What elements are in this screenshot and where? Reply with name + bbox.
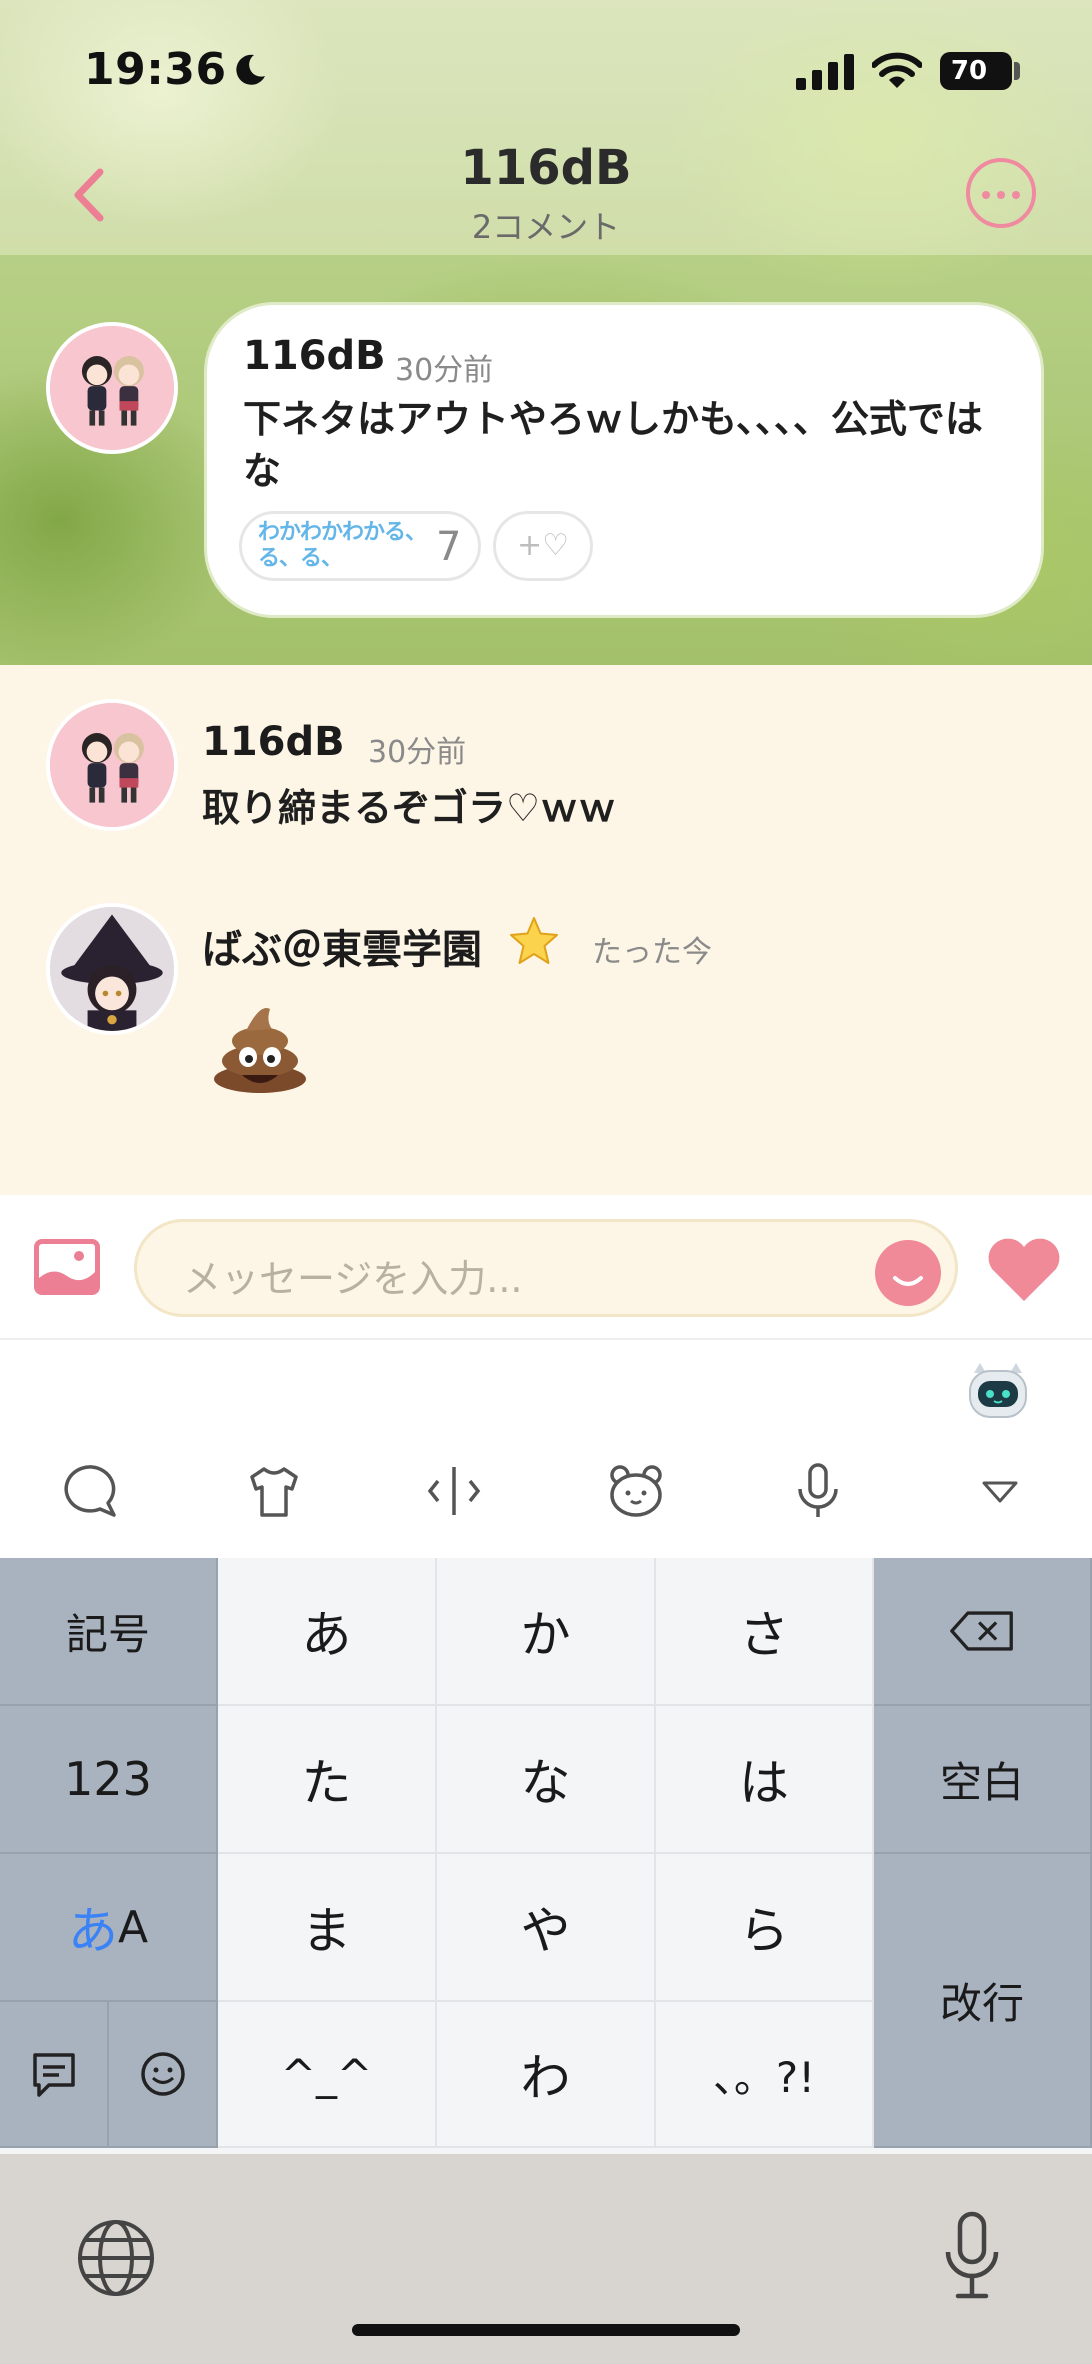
reaction-count: 7 [436,524,462,570]
keyboard-bottom-bar [0,2154,1092,2364]
key-ra[interactable]: ら [656,1854,874,2002]
avatar[interactable] [46,322,178,454]
home-indicator [352,2324,740,2336]
more-options-button[interactable] [966,158,1036,228]
key-ka[interactable]: か [437,1558,656,1706]
key-phrases[interactable] [0,2002,109,2148]
comment-text: 下ネタはアウトやろｗしかも、、、、公式ではな [243,397,983,493]
key-ma[interactable]: ま [218,1854,437,2002]
image-icon [39,1251,95,1290]
key-numbers[interactable]: 123 [0,1706,218,1854]
message-input-bar: メッセージを入力... [0,1195,1092,1340]
key-ha[interactable]: は [656,1706,874,1854]
moon-icon [236,54,265,85]
speech-box-icon [32,2053,75,2097]
chat-bubble-icon[interactable] [62,1461,122,1521]
add-reaction-button[interactable]: +♡ [493,511,593,581]
reply-time: たった今 [592,935,712,970]
key-sa[interactable]: さ [656,1558,874,1706]
smile-icon [893,1276,923,1286]
key-a[interactable]: あ [218,1558,437,1706]
robot-assistant-icon[interactable] [966,1359,1030,1423]
key-space[interactable]: 空白 [874,1706,1092,1854]
avatar[interactable] [46,903,178,1035]
key-punctuation[interactable]: 、。?! [656,2002,874,2148]
cellular-signal-icon [796,54,854,90]
battery-cap [1014,62,1020,80]
backspace-icon [950,1611,1013,1651]
tshirt-icon[interactable] [244,1461,304,1521]
reply-author[interactable]: ばぶ＠東雲学園 [202,917,482,975]
parent-comment-bubble: 116dB 30分前 下ネタはアウトやろｗしかも、、、、公式ではな わかわかわか… [204,302,1044,618]
key-kaomoji[interactable]: ^_^ [218,2002,437,2148]
comment-author[interactable]: 116dB [243,333,386,379]
reaction-stamp: わかわかわかる、る、る、 [258,520,427,571]
reply-author[interactable]: 116dB [202,719,345,765]
key-emoji[interactable] [109,2002,218,2148]
key-enter[interactable]: 改行 [874,1854,1092,2148]
keyboard-toolbar [0,1341,1092,1558]
microphone-icon[interactable] [788,1461,848,1521]
stamp-picker-button[interactable] [875,1240,941,1306]
globe-icon[interactable] [76,2218,156,2298]
avatar[interactable] [46,699,178,831]
wifi-icon [872,52,922,88]
reply-time: 30分前 [368,735,467,770]
comment-time: 30分前 [395,353,494,388]
dictation-microphone-icon[interactable] [940,2210,1004,2302]
mode-alpha-label: A [117,1901,149,1953]
replies-list: 116dB 30分前 取り締まるぞゴラ♡ｗｗ ばぶ＠東雲学園 たった今 [0,665,1092,1195]
battery-level: 70 [950,56,988,86]
status-time: 19:36 [84,44,227,95]
page-title: 116dB [460,140,632,196]
reply-text: 取り締まるぞゴラ♡ｗｗ [202,786,617,830]
status-bar: 19:36 70 [0,0,1092,140]
key-symbols[interactable]: 記号 [0,1558,218,1706]
key-mode-switch[interactable]: あA [0,1854,218,2002]
message-placeholder: メッセージを入力... [183,1257,523,1301]
reaction-chip[interactable]: わかわかわかる、る、る、 7 [239,511,481,581]
witch-girl-avatar-icon [50,907,174,1031]
image-picker-button[interactable] [34,1239,100,1295]
key-ta[interactable]: た [218,1706,437,1854]
key-ya[interactable]: や [437,1854,656,2002]
key-na[interactable]: な [437,1706,656,1854]
key-backspace[interactable] [874,1558,1092,1706]
text-cursor-icon[interactable] [424,1461,484,1521]
chibi-pair-avatar-icon [50,703,174,827]
collapse-triangle-icon[interactable] [970,1461,1030,1521]
chibi-pair-avatar-icon [50,326,174,450]
emoji-face-icon [140,2052,185,2096]
star-emoji-icon [510,917,558,964]
comment-count: 2コメント [471,208,621,246]
bear-face-icon[interactable] [606,1461,666,1521]
battery-icon: 70 [940,52,1012,90]
mode-hira-label: あ [67,1902,118,1960]
heart-send-button[interactable] [986,1237,1062,1303]
poop-emoji-icon [214,1007,306,1093]
message-input[interactable]: メッセージを入力... [134,1219,958,1317]
key-wa[interactable]: わ [437,2002,656,2148]
